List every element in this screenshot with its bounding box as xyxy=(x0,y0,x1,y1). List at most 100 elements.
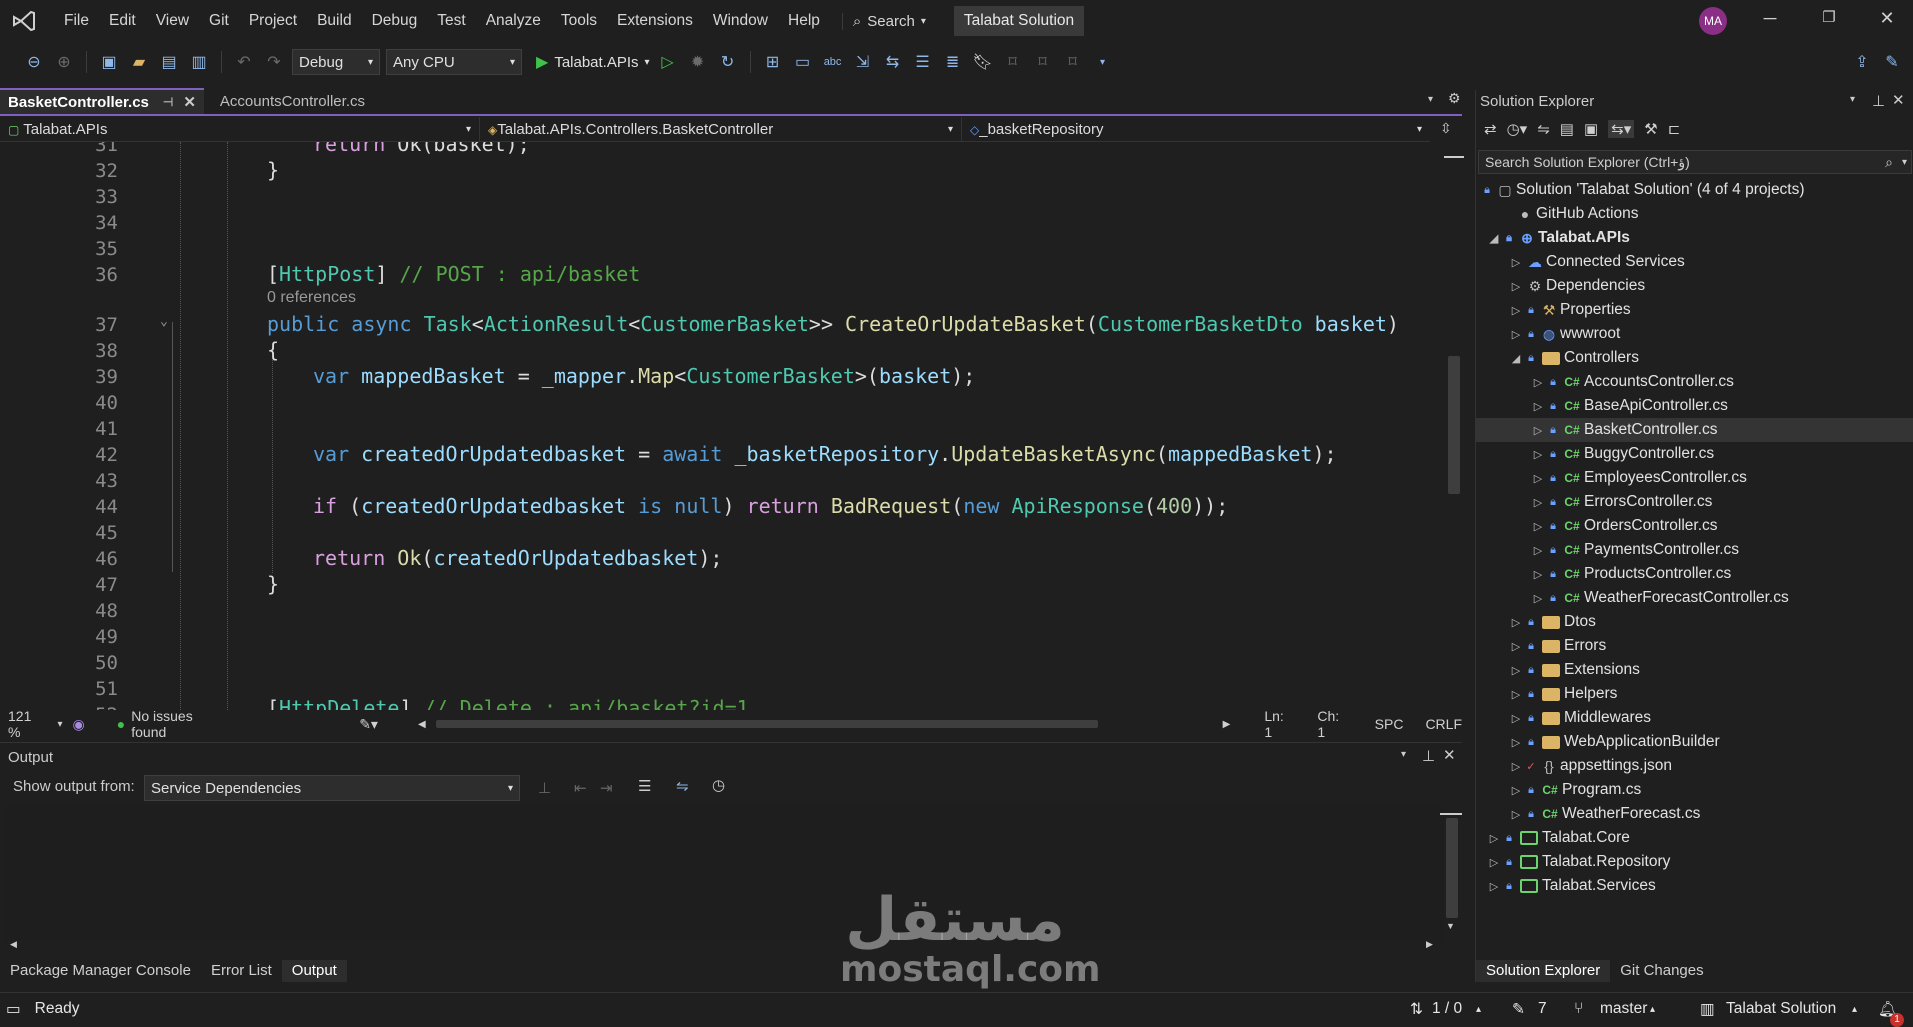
navigate-back-icon[interactable]: ⊖ xyxy=(22,50,46,74)
output-source-dropdown[interactable]: Service Dependencies ▾ xyxy=(144,775,520,801)
column-position[interactable]: Ch: 1 xyxy=(1317,708,1350,740)
menu-project[interactable]: Project xyxy=(239,6,307,36)
collapse-all-icon[interactable]: ▤ xyxy=(1560,120,1574,138)
layout-icon[interactable]: ▭ xyxy=(791,50,815,74)
tree-file[interactable]: ▷ 🔒︎ C# PaymentsController.cs xyxy=(1530,538,1739,562)
bookmark-next-icon[interactable]: ⌑ xyxy=(1031,50,1055,74)
spell-check-icon[interactable]: abc xyxy=(821,50,845,74)
menu-view[interactable]: View xyxy=(146,6,199,36)
tab-accountscontroller[interactable]: AccountsController.cs xyxy=(212,88,373,114)
configuration-dropdown[interactable]: Debug ▾ xyxy=(292,49,380,75)
scrollbar-thumb[interactable] xyxy=(1448,356,1460,494)
switch-views-icon[interactable]: ⇄ xyxy=(1484,120,1497,138)
menu-help[interactable]: Help xyxy=(778,6,830,36)
search-button[interactable]: ⌕ Search ▾ xyxy=(841,12,936,30)
collapsed-caret-icon[interactable]: ▷ xyxy=(1530,592,1546,605)
pin-icon[interactable]: ⊥ xyxy=(1422,747,1435,765)
menu-analyze[interactable]: Analyze xyxy=(476,6,551,36)
bookmark-icon[interactable]: 🔖︎ xyxy=(971,50,995,74)
output-window-icon[interactable]: ▭ xyxy=(6,1000,21,1019)
close-tab-icon[interactable]: ✕ xyxy=(183,93,196,111)
collapsed-caret-icon[interactable]: ▷ xyxy=(1530,376,1546,389)
tree-file[interactable]: ▷ 🔒︎ C# BuggyController.cs xyxy=(1530,442,1714,466)
clock-icon[interactable]: ◷ xyxy=(712,776,725,794)
tree-file[interactable]: ▷ 🔒︎ C# ErrorsController.cs xyxy=(1530,490,1713,514)
bookmark-clear-icon[interactable]: ⌑ xyxy=(1061,50,1085,74)
copilot-icon[interactable]: ◉ xyxy=(73,716,85,733)
feedback-icon[interactable]: ✎ xyxy=(1880,50,1904,74)
tree-file[interactable]: ▷ 🔒︎ C# EmployeesController.cs xyxy=(1530,466,1747,490)
branch-icon[interactable]: ⑂ xyxy=(1574,1000,1583,1018)
tree-project-talabat-apis[interactable]: ◢ 🔒︎ ⊕ Talabat.APIs xyxy=(1486,226,1630,250)
browse-folder-icon[interactable]: ⊞ xyxy=(761,50,785,74)
sync-icon[interactable]: ⇋ xyxy=(1537,120,1550,138)
expanded-caret-icon[interactable]: ◢ xyxy=(1508,352,1524,365)
whitespace-mode[interactable]: SPC xyxy=(1375,716,1404,732)
editor-horizontal-scrollbar[interactable] xyxy=(435,720,1098,728)
collapse-icon[interactable]: ⌄ xyxy=(160,314,168,329)
tab-package-manager-console[interactable]: Package Manager Console xyxy=(0,960,201,982)
save-all-icon[interactable]: ▥ xyxy=(187,50,211,74)
collapsed-caret-icon[interactable]: ▷ xyxy=(1508,328,1524,341)
collapsed-caret-icon[interactable]: ▷ xyxy=(1508,664,1524,677)
collapsed-caret-icon[interactable]: ▷ xyxy=(1530,424,1546,437)
collapsed-caret-icon[interactable]: ▷ xyxy=(1508,712,1524,725)
tab-output[interactable]: Output xyxy=(281,960,347,982)
scroll-up-icon[interactable] xyxy=(1440,805,1462,815)
menu-edit[interactable]: Edit xyxy=(99,6,146,36)
restore-icon[interactable]: ❐ xyxy=(1814,8,1844,34)
previous-message-icon[interactable]: ⇤ xyxy=(574,779,587,797)
menu-debug[interactable]: Debug xyxy=(362,6,428,36)
refresh-icon[interactable]: ↻ xyxy=(716,50,740,74)
line-ending-mode[interactable]: CRLF xyxy=(1425,716,1462,732)
code-editor[interactable]: ⌄ 31 32 33 34 35 36 37 38 39 40 41 42 43… xyxy=(0,142,1446,710)
scroll-up-icon[interactable] xyxy=(1444,148,1464,158)
settings-gear-icon[interactable]: ⚙ xyxy=(1448,90,1461,107)
collapsed-caret-icon[interactable]: ▷ xyxy=(1486,856,1502,869)
start-without-debugging-icon[interactable]: ▷ xyxy=(656,50,680,74)
collapsed-caret-icon[interactable]: ▷ xyxy=(1486,832,1502,845)
expanded-caret-icon[interactable]: ◢ xyxy=(1486,232,1502,245)
tree-folder[interactable]: ▷ 🔒︎ Dtos xyxy=(1508,610,1596,634)
line-position[interactable]: Ln: 1 xyxy=(1264,708,1295,740)
collapsed-caret-icon[interactable]: ▷ xyxy=(1530,520,1546,533)
scroll-down-icon[interactable]: ▼ xyxy=(1446,921,1455,931)
collapsed-caret-icon[interactable]: ▷ xyxy=(1530,400,1546,413)
issues-status[interactable]: No issues found xyxy=(131,708,231,740)
hot-reload-icon[interactable]: ✹ xyxy=(686,50,710,74)
pin-icon[interactable]: ⊣ xyxy=(163,95,173,109)
class-dropdown[interactable]: ◈Talabat.APIs.Controllers.BasketControll… xyxy=(480,117,962,141)
collapsed-caret-icon[interactable]: ▷ xyxy=(1530,472,1546,485)
menu-window[interactable]: Window xyxy=(703,6,778,36)
compare-icon[interactable]: ⇆ xyxy=(881,50,905,74)
tab-list-dropdown-icon[interactable]: ▾ xyxy=(1428,94,1433,105)
sync-arrows-icon[interactable]: ⇅ xyxy=(1410,1000,1423,1019)
collapsed-caret-icon[interactable]: ▷ xyxy=(1508,736,1524,749)
close-panel-icon[interactable]: ✕ xyxy=(1443,746,1456,764)
next-message-icon[interactable]: ⇥ xyxy=(600,779,613,797)
collapsed-caret-icon[interactable]: ▷ xyxy=(1530,496,1546,509)
tree-wwwroot[interactable]: ▷ 🔒︎ ◍ wwwroot xyxy=(1508,322,1621,346)
tree-solution[interactable]: 🔒︎ ▢ Solution 'Talabat Solution' (4 of 4 p… xyxy=(1480,178,1804,202)
collapsed-caret-icon[interactable]: ▷ xyxy=(1508,304,1524,317)
collapsed-caret-icon[interactable]: ▷ xyxy=(1508,616,1524,629)
menu-file[interactable]: File xyxy=(54,6,99,36)
clear-all-icon[interactable]: ☰ xyxy=(638,777,651,795)
tree-properties[interactable]: ▷ 🔒︎ ⚒ Properties xyxy=(1508,298,1631,322)
tab-error-list[interactable]: Error List xyxy=(201,960,282,982)
tab-git-changes[interactable]: Git Changes xyxy=(1610,960,1713,982)
tree-file[interactable]: ▷ ✓ {} appsettings.json xyxy=(1508,754,1672,778)
chevron-up-icon[interactable]: ▴ xyxy=(1476,1004,1481,1015)
collapsed-caret-icon[interactable]: ▷ xyxy=(1508,640,1524,653)
tree-file[interactable]: ▷ 🔒︎ C# Program.cs xyxy=(1508,778,1641,802)
collapsed-caret-icon[interactable]: ▷ xyxy=(1508,280,1524,293)
show-all-files-icon[interactable]: ▣ xyxy=(1584,120,1598,138)
codelens-references[interactable]: 0 references xyxy=(267,289,356,307)
collapsed-caret-icon[interactable]: ▷ xyxy=(1508,760,1524,773)
preview-icon[interactable]: ⊏ xyxy=(1668,120,1681,138)
history-icon[interactable]: ◷▾ xyxy=(1507,120,1528,138)
share-icon[interactable]: ⇪ xyxy=(1850,50,1874,74)
tree-project[interactable]: ▷ 🔒︎ Talabat.Repository xyxy=(1486,850,1671,874)
scroll-left-icon[interactable]: ◀ xyxy=(10,939,17,950)
panel-menu-icon[interactable]: ▾ xyxy=(1401,749,1406,760)
